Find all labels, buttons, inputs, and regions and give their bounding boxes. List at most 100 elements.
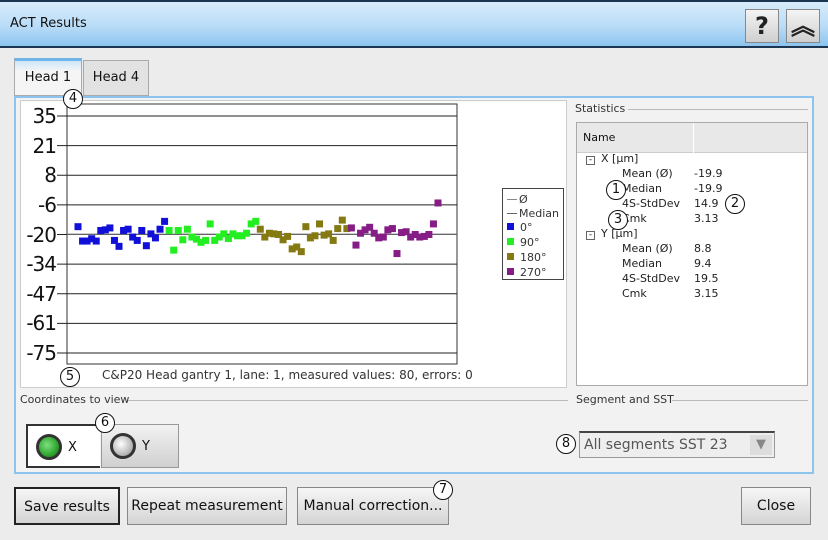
- stat-value: 19.5: [694, 272, 719, 285]
- legend-label: Ø: [519, 193, 528, 206]
- legend-mean: Ø: [507, 193, 528, 207]
- save-results-button[interactable]: Save results: [14, 487, 120, 525]
- y-tick-label: -34: [26, 252, 57, 277]
- data-point: [329, 236, 337, 244]
- divider: [128, 400, 568, 401]
- x-label: X: [68, 440, 77, 455]
- manual-correction-button[interactable]: Manual correction...: [297, 487, 449, 525]
- segment-label: Segment and SST: [576, 393, 674, 406]
- data-point: [202, 236, 210, 244]
- data-point: [388, 225, 396, 233]
- y-label: Y: [142, 439, 150, 454]
- coordinates-label: Coordinates to view: [20, 393, 130, 406]
- stat-name: Cmk: [622, 212, 647, 225]
- close-button[interactable]: Close: [741, 487, 811, 525]
- data-point: [115, 242, 123, 250]
- annotation-3: 3: [608, 210, 628, 230]
- y-tick-label: -75: [26, 341, 57, 365]
- stat-name: Median: [622, 257, 663, 270]
- data-point: [133, 236, 141, 244]
- annotation-2: 2: [725, 194, 745, 214]
- repeat-measurement-button[interactable]: Repeat measurement: [127, 487, 287, 525]
- data-point: [393, 250, 401, 258]
- data-point: [338, 216, 346, 224]
- data-point: [179, 236, 187, 244]
- data-point: [297, 248, 305, 256]
- stat-value: -19.9: [694, 182, 723, 195]
- annotation-4: 4: [63, 89, 83, 109]
- coordinate-y-toggle[interactable]: Y: [101, 424, 179, 468]
- y-tick-label: -6: [38, 192, 57, 217]
- data-point: [151, 234, 159, 242]
- legend-label: 0°: [520, 221, 533, 234]
- collapse-icon[interactable]: -: [586, 156, 595, 165]
- legend-270deg: 270°: [507, 266, 547, 280]
- y-tick-label: -61: [26, 311, 57, 336]
- legend-180deg: 180°: [507, 251, 547, 265]
- data-point: [124, 225, 132, 233]
- stat-row: Cmk 3.15: [622, 286, 719, 301]
- data-point: [256, 225, 264, 233]
- y-tick-label: 8: [44, 163, 57, 188]
- data-point: [429, 220, 437, 228]
- segment-value: All segments SST 23: [584, 437, 728, 453]
- legend-median: Median: [507, 207, 559, 221]
- data-point: [161, 217, 169, 225]
- chart-caption: C&P20 Head gantry 1, lane: 1, measured v…: [102, 368, 473, 382]
- stat-name: Median: [622, 182, 663, 195]
- annotation-1: 1: [606, 180, 626, 200]
- data-point: [142, 242, 150, 250]
- swatch: [507, 223, 514, 230]
- y-tick-label: -20: [26, 222, 57, 247]
- statistics-label: Statistics: [575, 102, 626, 115]
- annotation-7: 7: [433, 480, 453, 500]
- stat-row: Cmk 3.13: [622, 211, 719, 226]
- divider: [628, 109, 808, 110]
- stat-name: Mean (Ø): [622, 242, 673, 255]
- stat-value: 8.8: [694, 242, 712, 255]
- coordinate-x-toggle[interactable]: X: [26, 424, 100, 468]
- data-point: [302, 223, 310, 231]
- column-header-name[interactable]: Name: [577, 123, 807, 153]
- stat-value: -19.9: [694, 167, 723, 180]
- data-point: [325, 230, 333, 238]
- data-point: [138, 226, 146, 234]
- data-point: [183, 225, 191, 233]
- data-point: [92, 237, 100, 245]
- group-label: X [µm]: [601, 152, 639, 165]
- stat-row: 4S-StdDev 14.9: [622, 196, 719, 211]
- median-line-swatch: [507, 213, 517, 214]
- stat-value: 14.9: [694, 197, 719, 210]
- legend-90deg: 90°: [507, 236, 540, 250]
- data-point: [206, 220, 214, 228]
- legend-0deg: 0°: [507, 221, 533, 235]
- annotation-5: 5: [60, 367, 80, 387]
- led-on-icon: [36, 434, 62, 460]
- divider: [672, 400, 808, 401]
- data-point: [334, 225, 342, 233]
- data-point: [425, 231, 433, 238]
- data-point: [106, 224, 114, 232]
- stat-row: Mean (Ø) 8.8: [622, 241, 712, 256]
- data-point: [284, 232, 292, 240]
- data-point: [170, 246, 178, 254]
- data-point: [352, 241, 360, 249]
- collapse-icon[interactable]: -: [586, 231, 595, 240]
- chevron-down-icon[interactable]: ▼: [750, 435, 772, 455]
- data-point: [174, 226, 182, 234]
- led-off-icon: [110, 433, 136, 459]
- swatch: [507, 238, 514, 245]
- data-point: [74, 223, 82, 231]
- data-point: [379, 233, 387, 241]
- swatch: [507, 268, 514, 275]
- stat-row: Median 9.4: [622, 256, 712, 271]
- stat-value: 9.4: [694, 257, 712, 270]
- data-point: [347, 224, 355, 232]
- data-point: [252, 217, 260, 225]
- tree-group-0[interactable]: -X [µm]: [586, 151, 638, 166]
- mean-line-swatch: [507, 199, 517, 200]
- annotation-8: 8: [556, 434, 576, 454]
- legend-label: 90°: [520, 236, 540, 249]
- data-point: [243, 229, 251, 237]
- segment-select[interactable]: All segments SST 23 ▼: [579, 431, 775, 458]
